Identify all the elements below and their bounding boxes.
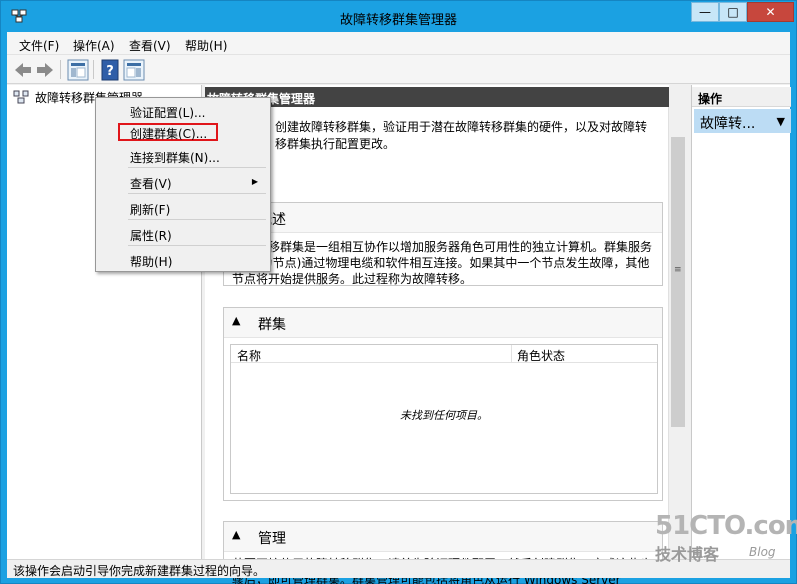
column-role-status[interactable]: 角色状态 [517,347,565,364]
menu-item-help[interactable]: 帮助(H) [98,250,268,270]
collapse-caret-icon[interactable]: ▲ [232,528,240,541]
watermark-logo: 51CTO.com 技术博客 Blog [655,511,797,571]
menu-item-properties[interactable]: 属性(R) [98,224,268,244]
toolbar-separator [93,60,94,79]
collapse-caret-icon[interactable]: ▲ [232,314,240,327]
context-menu: 验证配置(L)... 创建群集(C)... 连接到群集(N)... 查看(V) … [95,97,271,272]
empty-list-message: 未找到任何项目。 [400,409,488,422]
menu-item-create-cluster[interactable]: 创建群集(C)... [118,123,218,141]
window-title: 故障转移群集管理器 [339,13,457,28]
minimize-button[interactable]: — [691,2,719,22]
center-header: 故障转移群集管理器 [205,87,669,107]
menu-view[interactable]: 查看(V) [129,37,171,54]
watermark-main: 51CTO.com [655,511,797,541]
help-question-icon[interactable]: ? [100,59,120,81]
clusters-section: ▲ 群集 名称 角色状态 未找到任何项目。 [223,307,663,501]
actions-pane: 操作 故障转... ▼ [691,85,791,559]
scrollbar-thumb[interactable] [671,137,685,427]
menu-bar: 文件(F) 操作(A) 查看(V) 帮助(H) [7,32,790,55]
intro-text: 创建故障转移群集，验证用于潜在故障转移群集的硬件，以及对故障转移群集执行配置更改… [275,120,648,151]
scroll-grip-icon: ≡ [674,265,682,275]
column-name[interactable]: 名称 [237,347,261,364]
maximize-button[interactable]: □ [719,2,747,22]
actions-group-label: 故障转... [700,116,756,132]
vertical-scrollbar[interactable]: ≡ [668,107,686,559]
menu-separator [128,219,266,220]
watermark-blog: Blog [749,545,776,559]
list-header: 名称 角色状态 [231,345,657,363]
console-tree-icon[interactable] [67,59,89,81]
forward-arrow-icon[interactable] [35,59,55,81]
management-title: 管理 [258,531,286,547]
overview-body: 故障转移群集是一组相互协作以增加服务器角色可用性的独立计算机。群集服务器(称为节… [232,240,653,286]
management-section: ▲ 管理 若要开始使用故障转移群集，请首先验证硬件配置，然后创建群集。完成这些步… [223,521,663,584]
clusters-title: 群集 [258,317,286,333]
menu-item-view-label: 查看(V) [130,177,172,191]
cluster-node-icon [13,90,29,104]
overview-section: ▲ 概述 故障转移群集是一组相互协作以增加服务器角色可用性的独立计算机。群集服务… [223,202,663,286]
submenu-arrow-icon: ▶ [251,177,258,186]
menu-action[interactable]: 操作(A) [73,37,115,54]
menu-item-validate[interactable]: 验证配置(L)... [98,101,268,121]
menu-item-connect[interactable]: 连接到群集(N)... [98,146,268,166]
app-window: 故障转移群集管理器 — □ ✕ 文件(F) 操作(A) 查看(V) 帮助(H) [0,0,797,584]
action-pane-icon[interactable] [123,59,145,81]
watermark-sub: 技术博客 [655,545,720,564]
toolbar-separator [60,60,61,79]
center-pane: 故障转移群集管理器 创建故障转移群集，验证用于潜在故障转移群集的硬件，以及对故障… [205,85,686,584]
menu-separator [128,167,266,168]
column-separator[interactable] [511,345,512,363]
menu-separator [128,193,266,194]
menu-help[interactable]: 帮助(H) [185,37,227,54]
clusters-list-view[interactable]: 名称 角色状态 未找到任何项目。 [230,344,658,494]
actions-header: 操作 [692,87,791,107]
overview-section-header[interactable]: ▲ 概述 [224,203,662,233]
dropdown-triangle-icon: ▼ [776,115,785,128]
menu-separator [128,245,266,246]
menu-item-refresh[interactable]: 刷新(F) [98,198,268,218]
menu-file[interactable]: 文件(F) [19,37,59,54]
clusters-section-header[interactable]: ▲ 群集 [224,308,662,338]
back-arrow-icon[interactable] [13,59,33,81]
menu-item-view[interactable]: 查看(V) ▶ [98,172,268,192]
actions-group-item[interactable]: 故障转... ▼ [694,109,791,133]
close-button[interactable]: ✕ [747,2,794,22]
toolbar: ? [7,55,790,84]
svg-text:?: ? [106,64,114,79]
title-bar[interactable]: 故障转移群集管理器 — □ ✕ [1,1,796,32]
management-section-header[interactable]: ▲ 管理 [224,522,662,552]
